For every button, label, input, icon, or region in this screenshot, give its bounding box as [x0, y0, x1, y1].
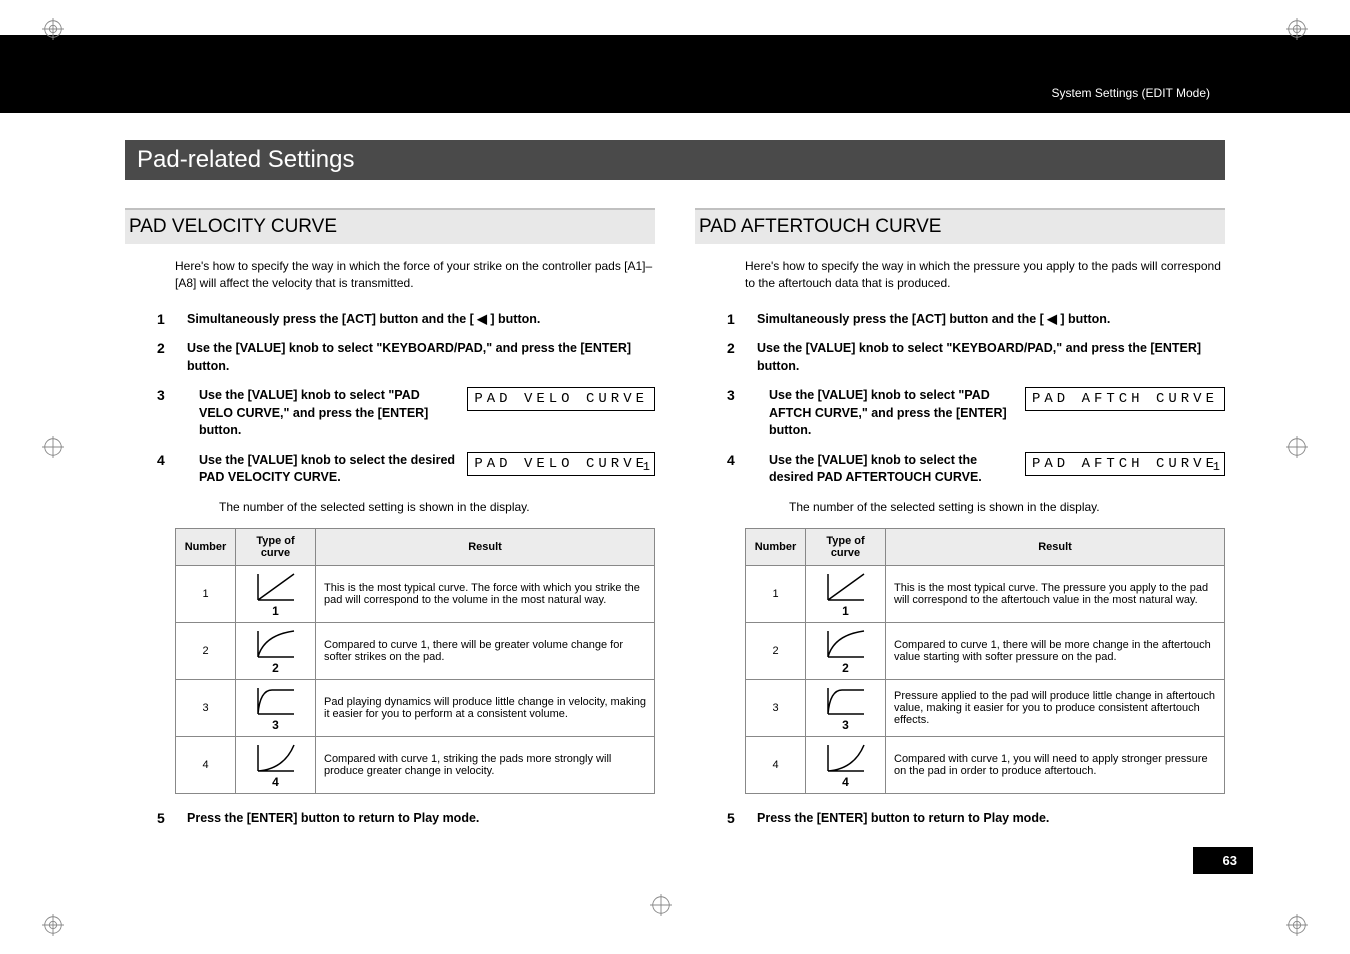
registration-mark-icon [650, 894, 672, 916]
step-text: Use the [VALUE] knob to select "PAD AFTC… [769, 387, 1013, 440]
table-cell: Compared to curve 1, there will be more … [886, 622, 1225, 679]
curve-icon: 3 [254, 684, 298, 732]
velocity-curve-table: Number Type of curve Result 1 1 This is … [175, 528, 655, 794]
table-row: 1 1 This is the most typical curve. The … [176, 565, 655, 622]
page-content: Pad-related Settings PAD VELOCITY CURVE … [125, 140, 1225, 839]
step-number: 4 [157, 452, 187, 468]
step-number: 3 [157, 387, 187, 403]
step-number: 1 [157, 311, 187, 329]
table-header: Number [176, 528, 236, 565]
curve-icon: 1 [824, 570, 868, 618]
table-cell: Compared to curve 1, there will be great… [316, 622, 655, 679]
curve-icon: 4 [824, 741, 868, 789]
step-number: 3 [727, 387, 757, 403]
pad-aftertouch-title: PAD AFTERTOUCH CURVE [695, 208, 1225, 244]
pad-velocity-intro: Here's how to specify the way in which t… [175, 258, 655, 293]
table-header: Type of curve [236, 528, 316, 565]
step-text: Simultaneously press the [ACT] button an… [757, 311, 1225, 329]
table-cell: This is the most typical curve. The forc… [316, 565, 655, 622]
step-number: 5 [727, 810, 757, 828]
lcd-screen: PAD VELO CURVE1 [467, 452, 655, 476]
registration-mark-icon [1286, 18, 1308, 40]
page-number: 63 [1193, 847, 1253, 874]
table-row: 3 3 Pad playing dynamics will produce li… [176, 679, 655, 736]
step-text: Use the [VALUE] knob to select "KEYBOARD… [757, 340, 1225, 375]
step-text: Use the [VALUE] knob to select "KEYBOARD… [187, 340, 655, 375]
step-text: Press the [ENTER] button to return to Pl… [187, 810, 655, 828]
registration-mark-icon [1286, 914, 1308, 936]
step-text: Simultaneously press the [ACT] button an… [187, 311, 655, 329]
lcd-screen: PAD AFTCH CURVE [1025, 387, 1225, 411]
right-column: PAD AFTERTOUCH CURVE Here's how to speci… [695, 208, 1225, 839]
table-row: 1 1 This is the most typical curve. The … [746, 565, 1225, 622]
table-header: Number [746, 528, 806, 565]
header-black-band [0, 35, 1350, 113]
table-header: Type of curve [806, 528, 886, 565]
pad-aftertouch-intro: Here's how to specify the way in which t… [745, 258, 1225, 293]
registration-mark-icon [42, 914, 64, 936]
curve-icon: 3 [824, 684, 868, 732]
curve-icon: 2 [254, 627, 298, 675]
table-cell: Pressure applied to the pad will produce… [886, 679, 1225, 736]
step-number: 2 [727, 340, 757, 375]
pad-velocity-title: PAD VELOCITY CURVE [125, 208, 655, 244]
step-text: Use the [VALUE] knob to select the desir… [199, 452, 455, 487]
curve-icon: 1 [254, 570, 298, 618]
step-note: The number of the selected setting is sh… [219, 499, 655, 516]
registration-mark-icon [1286, 436, 1308, 458]
table-row: 2 2 Compared to curve 1, there will be g… [176, 622, 655, 679]
step-number: 1 [727, 311, 757, 329]
table-cell: Pad playing dynamics will produce little… [316, 679, 655, 736]
table-header: Result [316, 528, 655, 565]
step-number: 5 [157, 810, 187, 828]
step-text: Press the [ENTER] button to return to Pl… [757, 810, 1225, 828]
step-number: 2 [157, 340, 187, 375]
table-cell: Compared with curve 1, you will need to … [886, 736, 1225, 793]
step-text: Use the [VALUE] knob to select the desir… [769, 452, 1013, 487]
step-note: The number of the selected setting is sh… [789, 499, 1225, 516]
table-header: Result [886, 528, 1225, 565]
section-title: Pad-related Settings [125, 140, 1225, 180]
aftertouch-curve-table: Number Type of curve Result 1 1 This is … [745, 528, 1225, 794]
left-column: PAD VELOCITY CURVE Here's how to specify… [125, 208, 655, 839]
step-number: 4 [727, 452, 757, 468]
table-row: 4 4 Compared with curve 1, striking the … [176, 736, 655, 793]
registration-mark-icon [42, 436, 64, 458]
registration-mark-icon [42, 18, 64, 40]
table-row: 2 2 Compared to curve 1, there will be m… [746, 622, 1225, 679]
table-row: 4 4 Compared with curve 1, you will need… [746, 736, 1225, 793]
lcd-screen: PAD AFTCH CURVE1 [1025, 452, 1225, 476]
lcd-screen: PAD VELO CURVE [467, 387, 655, 411]
curve-icon: 2 [824, 627, 868, 675]
breadcrumb: System Settings (EDIT Mode) [1052, 86, 1211, 100]
curve-icon: 4 [254, 741, 298, 789]
table-cell: This is the most typical curve. The pres… [886, 565, 1225, 622]
step-text: Use the [VALUE] knob to select "PAD VELO… [199, 387, 455, 440]
table-row: 3 3 Pressure applied to the pad will pro… [746, 679, 1225, 736]
table-cell: Compared with curve 1, striking the pads… [316, 736, 655, 793]
